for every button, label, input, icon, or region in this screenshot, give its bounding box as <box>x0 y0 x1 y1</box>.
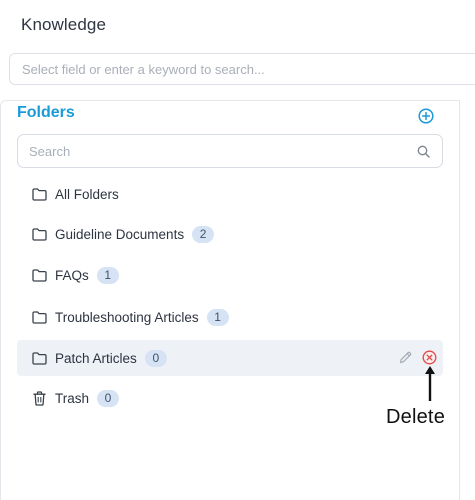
add-folder-button[interactable] <box>418 108 434 124</box>
folder-icon <box>32 268 47 283</box>
row-actions <box>398 350 437 365</box>
folder-item-trash[interactable]: Trash 0 <box>17 380 443 416</box>
delete-folder-button[interactable] <box>422 350 437 365</box>
count-badge: 1 <box>96 266 119 284</box>
folders-heading: Folders <box>17 104 75 121</box>
count-badge: 0 <box>144 349 167 367</box>
folder-item-label: Guideline Documents <box>55 226 185 242</box>
count-badge: 0 <box>97 389 120 407</box>
global-search-box[interactable] <box>9 53 475 85</box>
annotation-arrow-icon <box>425 366 435 401</box>
count-badge: 1 <box>206 308 229 326</box>
folder-item-faqs[interactable]: FAQs 1 <box>17 257 443 293</box>
trash-icon <box>32 390 47 406</box>
count-badge: 2 <box>192 225 215 243</box>
folder-item-troubleshooting-articles[interactable]: Troubleshooting Articles 1 <box>17 299 443 335</box>
close-circle-icon[interactable] <box>422 350 437 365</box>
folder-item-all-folders[interactable]: All Folders <box>17 176 443 212</box>
folder-item-label: All Folders <box>55 186 119 202</box>
plus-circle-icon[interactable] <box>418 108 434 124</box>
annotation-label: Delete <box>386 406 446 428</box>
folder-item-label: Patch Articles <box>55 350 137 366</box>
folder-item-label: Trash <box>55 390 90 406</box>
folder-search-input[interactable] <box>29 135 409 167</box>
search-icon[interactable] <box>417 145 430 158</box>
folder-search-box[interactable] <box>17 134 443 168</box>
page-title: Knowledge <box>21 15 107 34</box>
pencil-icon[interactable] <box>398 350 413 365</box>
folder-icon <box>32 227 47 242</box>
folder-icon <box>32 187 47 202</box>
folder-icon <box>32 310 47 325</box>
folder-item-patch-articles[interactable]: Patch Articles 0 <box>17 340 443 376</box>
edit-folder-button[interactable] <box>398 350 413 365</box>
global-search-input[interactable] <box>22 54 462 84</box>
folder-item-label: Troubleshooting Articles <box>55 309 199 325</box>
folder-item-label: FAQs <box>55 267 89 283</box>
folder-item-guideline-documents[interactable]: Guideline Documents 2 <box>17 216 443 252</box>
knowledge-page: Knowledge Folders All Folders Guideline … <box>0 0 475 500</box>
folder-icon <box>32 351 47 366</box>
